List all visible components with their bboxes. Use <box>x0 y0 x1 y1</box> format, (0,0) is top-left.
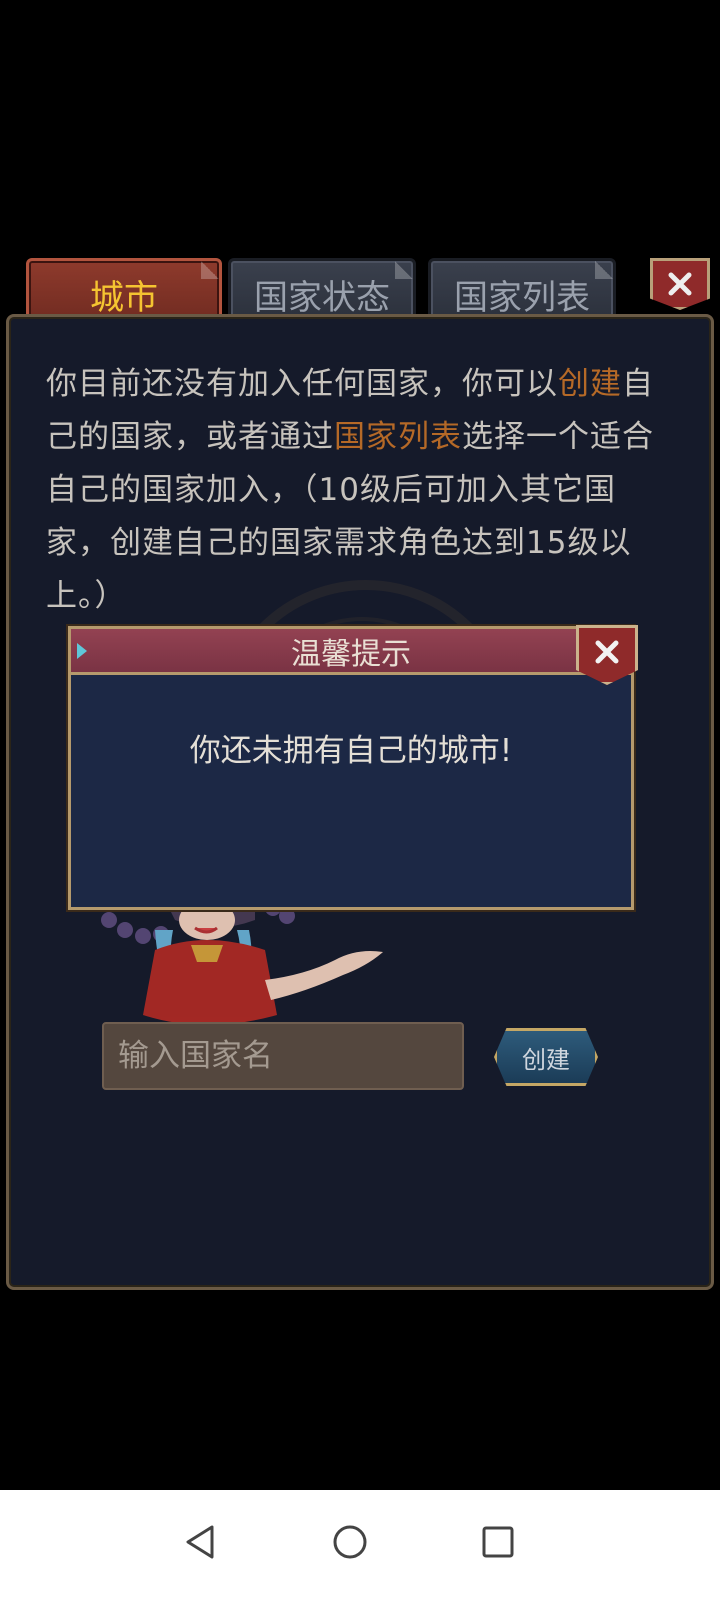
dialog-title: 温馨提示 <box>291 636 411 672</box>
gem-decoration-icon <box>77 643 87 659</box>
square-recent-icon <box>482 1526 514 1558</box>
create-link[interactable]: 创建 <box>558 366 622 402</box>
folded-corner-decoration <box>595 261 613 279</box>
dialog-message: 你还未拥有自己的城市! <box>189 733 513 769</box>
system-navigation-bar <box>0 1490 720 1612</box>
create-button[interactable]: 创建 <box>494 1028 598 1086</box>
description-text: 你目前还没有加入任何国家，你可以 <box>46 366 558 402</box>
dialog-close-button[interactable] <box>576 625 638 685</box>
folded-corner-decoration <box>395 261 413 279</box>
nav-back-button[interactable] <box>170 1512 230 1572</box>
dialog-title-bar: 温馨提示 <box>71 629 631 675</box>
close-icon <box>595 640 619 664</box>
circle-home-icon <box>333 1525 367 1559</box>
country-description: 你目前还没有加入任何国家，你可以创建自己的国家，或者通过国家列表选择一个适合自己… <box>46 358 666 623</box>
tip-dialog: 温馨提示 你还未拥有自己的城市! <box>68 625 638 910</box>
triangle-back-icon <box>186 1525 214 1559</box>
tab-country-list-label: 国家列表 <box>454 277 590 318</box>
tab-city-label: 城市 <box>90 277 158 318</box>
nav-recent-button[interactable] <box>468 1512 528 1572</box>
nav-home-button[interactable] <box>320 1512 380 1572</box>
folded-corner-decoration <box>201 261 219 279</box>
create-button-label: 创建 <box>522 1045 570 1074</box>
close-icon <box>668 272 692 296</box>
tab-country-status-label: 国家状态 <box>254 277 390 318</box>
country-list-link[interactable]: 国家列表 <box>334 419 462 455</box>
country-name-input[interactable] <box>102 1022 464 1090</box>
